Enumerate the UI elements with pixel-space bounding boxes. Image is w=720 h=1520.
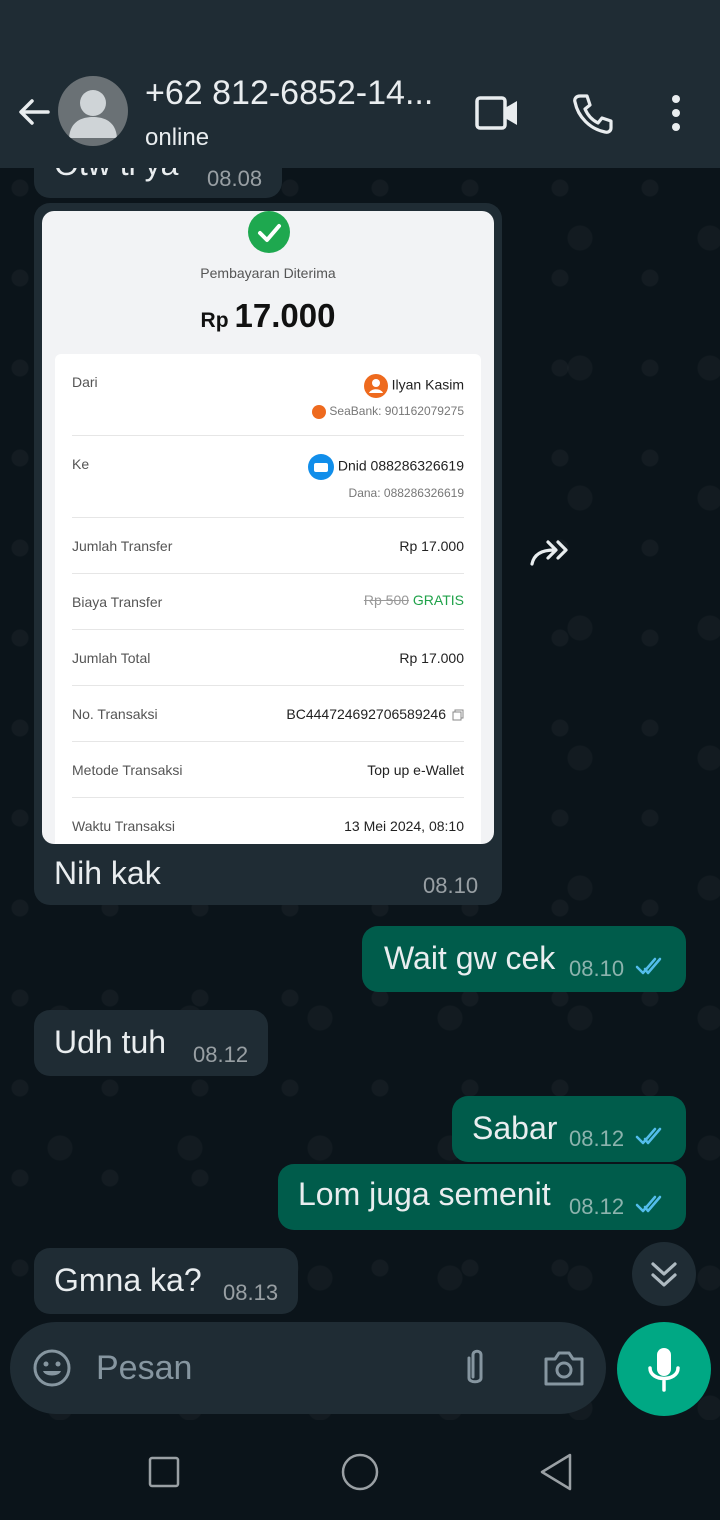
default-avatar-icon <box>69 90 117 138</box>
camera-icon[interactable] <box>542 1348 586 1388</box>
message-bubble-outgoing[interactable]: Lom juga semenit 08.12 <box>278 1164 686 1230</box>
message-composer <box>10 1322 606 1414</box>
message-time: 08.13 <box>223 1280 279 1305</box>
row-label: Jumlah Transfer <box>72 538 173 554</box>
back-arrow-icon[interactable] <box>14 92 54 132</box>
seabank-logo-icon <box>312 404 327 419</box>
message-bubble-incoming[interactable]: Otw ti ya 08.08 <box>34 168 282 198</box>
read-receipt-icon <box>635 1127 662 1145</box>
recent-apps-icon[interactable] <box>148 1456 180 1488</box>
payment-amount: Rp 17.000 <box>42 297 494 335</box>
receipt-image[interactable]: Pembayaran Diterima Rp 17.000 Dari Ilyan … <box>42 211 494 844</box>
message-input[interactable] <box>96 1346 436 1390</box>
status-bar <box>0 0 720 60</box>
read-receipt-icon <box>635 1195 662 1213</box>
row-label: No. Transaksi <box>72 706 158 722</box>
message-bubble-incoming[interactable]: Gmna ka? 08.13 <box>34 1248 298 1314</box>
row-value: Rp 17.000 <box>399 538 464 554</box>
microphone-icon <box>648 1348 680 1392</box>
message-text: Udh tuh <box>54 1024 167 1060</box>
check-circle-icon <box>248 211 290 253</box>
to-label: Ke <box>72 456 90 472</box>
forward-icon[interactable] <box>528 536 572 568</box>
receipt-row: Waktu Transaksi 13 Mei 2024, 08:10 <box>72 798 464 844</box>
receipt-row: Jumlah Transfer Rp 17.000 <box>72 518 464 574</box>
contact-name[interactable]: +62 812-6852-14... <box>145 74 433 113</box>
copy-icon <box>452 709 464 721</box>
receipt-row-to: Ke Dnid 088286326619 Dana: 088286326619 <box>72 436 464 518</box>
message-bubble-outgoing[interactable]: Sabar 08.12 <box>452 1096 686 1162</box>
message-time: 08.08 <box>207 168 263 191</box>
to-account: Dana: 088286326619 <box>348 486 464 500</box>
row-value: BC444724692706589246 <box>286 706 464 722</box>
voice-message-button[interactable] <box>617 1322 711 1416</box>
back-nav-icon[interactable] <box>538 1452 574 1492</box>
contact-status: online <box>145 124 210 151</box>
currency-label: Rp <box>200 309 229 332</box>
avatar[interactable] <box>58 76 128 146</box>
from-account: SeaBank: 901162079275 <box>312 404 464 419</box>
receipt-row: No. Transaksi BC444724692706589246 <box>72 686 464 742</box>
row-label: Waktu Transaksi <box>72 818 175 834</box>
amount-value: 17.000 <box>234 297 336 334</box>
emoji-icon[interactable] <box>32 1348 72 1388</box>
message-text: Otw ti ya <box>54 168 178 183</box>
system-navigation-bar <box>0 1424 720 1520</box>
to-name: Dnid 088286326619 <box>307 454 464 480</box>
from-name: Ilyan Kasim <box>363 374 464 398</box>
video-call-icon[interactable] <box>474 94 520 132</box>
double-chevron-down-icon <box>651 1262 677 1287</box>
row-label: Metode Transaksi <box>72 762 183 778</box>
user-circle-icon <box>363 374 388 398</box>
receipt-row-from: Dari Ilyan Kasim SeaBank: 901162079275 <box>72 354 464 436</box>
original-fee: Rp 500 <box>363 592 410 608</box>
more-vert-icon[interactable] <box>666 94 686 134</box>
scroll-to-bottom-button[interactable] <box>632 1242 696 1306</box>
message-bubble-incoming[interactable]: Udh tuh 08.12 <box>34 1010 268 1076</box>
message-time: 08.12 <box>569 1126 625 1151</box>
home-icon[interactable] <box>340 1452 380 1492</box>
phone-icon[interactable] <box>570 92 614 136</box>
receipt-row: Biaya Transfer Rp 500 GRATIS <box>72 574 464 630</box>
message-text: Sabar <box>472 1110 558 1146</box>
read-receipt-icon <box>635 957 662 975</box>
row-label: Jumlah Total <box>72 650 151 666</box>
message-bubble-outgoing[interactable]: Wait gw cek 08.10 <box>362 926 686 992</box>
image-message-bubble[interactable]: Pembayaran Diterima Rp 17.000 Dari Ilyan … <box>34 203 502 905</box>
chat-area[interactable]: Otw ti ya 08.08 Pembayaran Diterima Rp17… <box>0 168 720 1420</box>
row-value: 13 Mei 2024, 08:10 <box>344 818 464 834</box>
chat-header: +62 812-6852-14... online <box>0 60 720 168</box>
receipt-details-card: Dari Ilyan Kasim SeaBank: 901162079275 K… <box>55 354 481 844</box>
message-text: Lom juga semenit <box>298 1176 551 1212</box>
attachment-icon[interactable] <box>460 1346 490 1390</box>
receipt-row: Jumlah Total Rp 17.000 <box>72 630 464 686</box>
payment-status: Pembayaran Diterima <box>200 265 336 281</box>
row-value: Rp 17.000 <box>399 650 464 666</box>
row-value: Rp 500 GRATIS <box>364 592 464 608</box>
row-value: Top up e-Wallet <box>367 762 464 778</box>
image-caption: Nih kak <box>54 855 161 891</box>
row-label: Biaya Transfer <box>72 594 163 610</box>
receipt-row: Metode Transaksi Top up e-Wallet <box>72 742 464 798</box>
message-time: 08.10 <box>569 956 625 981</box>
from-label: Dari <box>72 374 98 390</box>
dana-logo-icon <box>307 454 334 480</box>
message-time: 08.12 <box>193 1042 249 1067</box>
message-time: 08.12 <box>569 1194 625 1219</box>
message-time: 08.10 <box>423 873 479 898</box>
message-text: Wait gw cek <box>384 940 556 976</box>
free-fee-label: GRATIS <box>412 592 464 608</box>
message-text: Gmna ka? <box>54 1262 202 1298</box>
